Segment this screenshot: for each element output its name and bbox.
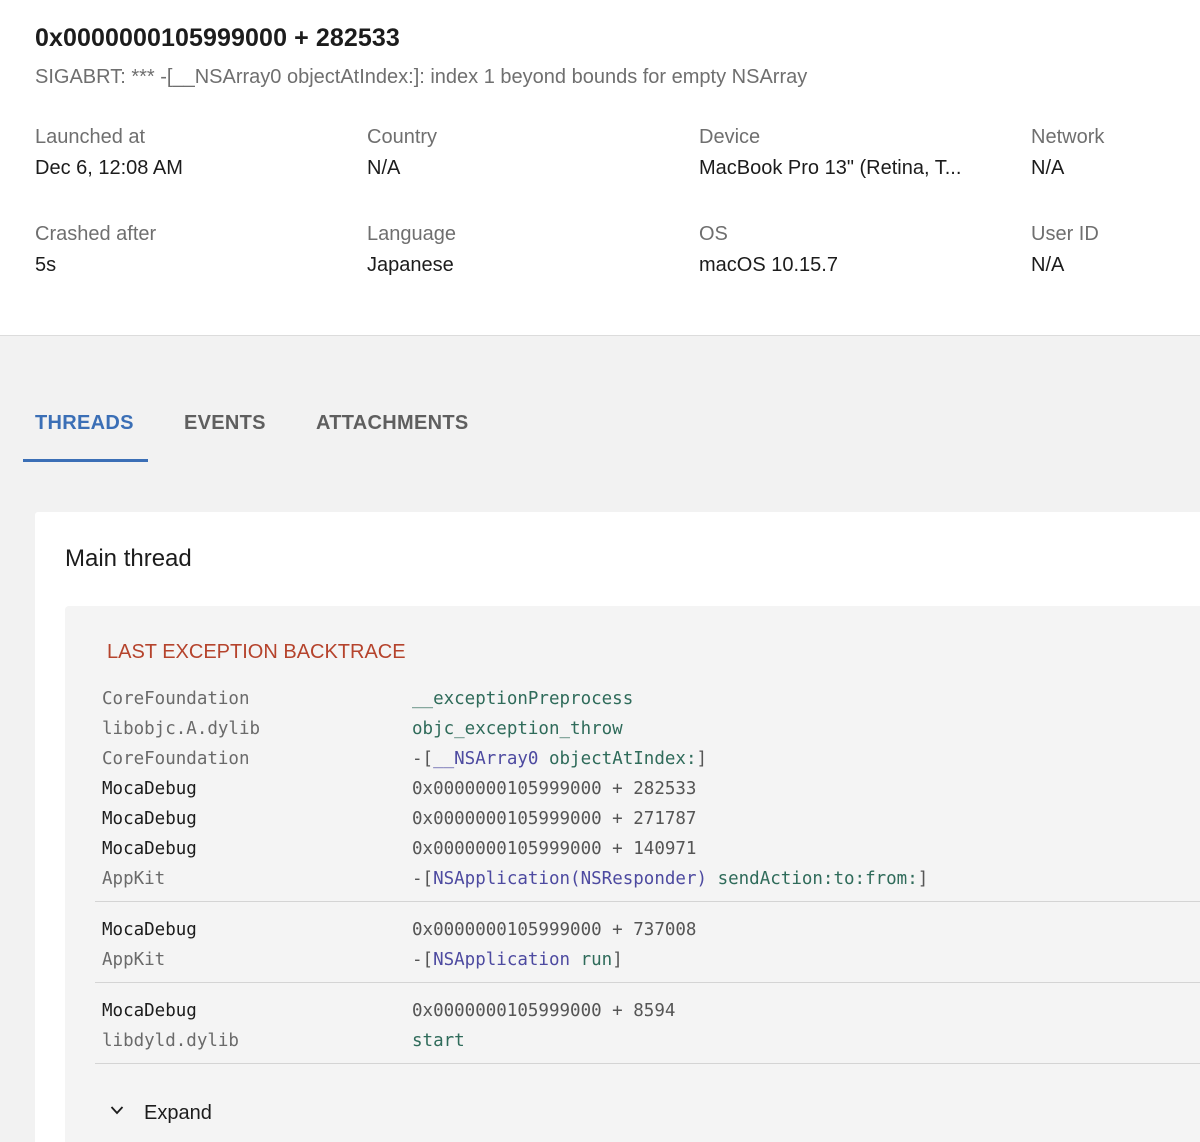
meta-value: 5s	[35, 254, 57, 276]
frame-symbol: -[NSApplication(NSResponder) sendAction:…	[412, 864, 928, 894]
symbol-class: NSApplication(NSResponder)	[433, 869, 708, 889]
meta-label: OS	[699, 223, 728, 245]
tab-events[interactable]: EVENTS	[172, 396, 282, 462]
meta-label: User ID	[1031, 223, 1099, 245]
frame-row[interactable]: libobjc.A.dylib objc_exception_throw	[95, 714, 1200, 744]
frame-library: libobjc.A.dylib	[102, 719, 261, 739]
symbol-name: __exceptionPreprocess	[412, 689, 634, 709]
frame-symbol: __exceptionPreprocess	[412, 684, 633, 714]
frame-library: libdyld.dylib	[102, 1031, 239, 1051]
meta-label: Crashed after	[35, 223, 157, 245]
symbol-address: 0x0000000105999000 + 737008	[412, 920, 697, 940]
frame-symbol: 0x0000000105999000 + 271787	[412, 804, 696, 834]
frame-symbol: 0x0000000105999000 + 282533	[412, 774, 696, 804]
symbol-address: 0x0000000105999000 + 140971	[412, 839, 697, 859]
meta-user-id: User ID N/A	[1031, 223, 1191, 277]
frame-library: MocaDebug	[102, 1001, 197, 1021]
meta-launched-at: Launched at Dec 6, 12:08 AM	[35, 126, 325, 180]
frame-row[interactable]: MocaDebug 0x0000000105999000 + 8594	[95, 996, 1200, 1026]
backtrace-panel: LAST EXCEPTION BACKTRACE CoreFoundation _…	[65, 606, 1200, 1142]
meta-value: Dec 6, 12:08 AM	[35, 157, 183, 179]
frame-library: AppKit	[102, 950, 166, 970]
frame-row[interactable]: AppKit -[NSApplication(NSResponder) sendA…	[95, 864, 1200, 894]
symbol-method: sendAction:to:from:	[717, 869, 918, 889]
meta-label: Country	[367, 126, 438, 148]
meta-label: Device	[699, 126, 761, 148]
backtrace-header: LAST EXCEPTION BACKTRACE	[107, 641, 406, 663]
symbol-name: objc_exception_throw	[412, 719, 623, 739]
frame-group: MocaDebug 0x0000000105999000 + 737008 AppK…	[95, 902, 1200, 983]
thread-title: Main thread	[65, 545, 192, 572]
meta-os: OS macOS 10.15.7	[699, 223, 989, 277]
chevron-down-icon	[110, 1106, 124, 1115]
frame-row[interactable]: AppKit -[NSApplication run]	[95, 945, 1200, 975]
meta-device: Device MacBook Pro 13" (Retina, T...	[699, 126, 989, 180]
frame-symbol: 0x0000000105999000 + 140971	[412, 834, 696, 864]
crash-reason: SIGABRT: *** -[__NSArray0 objectAtIndex:…	[35, 66, 808, 88]
frame-row[interactable]: MocaDebug 0x0000000105999000 + 282533	[95, 774, 1200, 804]
frame-group: CoreFoundation __exceptionPreprocesslibob…	[95, 682, 1200, 902]
meta-value: macOS 10.15.7	[699, 254, 838, 276]
expand-label: Expand	[144, 1102, 212, 1124]
symbol-address: 0x0000000105999000 + 282533	[412, 779, 697, 799]
frame-symbol: start	[412, 1026, 465, 1056]
symbol-bracket: ]	[612, 950, 623, 970]
frame-library: CoreFoundation	[102, 689, 250, 709]
meta-label: Launched at	[35, 126, 146, 148]
frame-row[interactable]: MocaDebug 0x0000000105999000 + 271787	[95, 804, 1200, 834]
meta-label: Network	[1031, 126, 1105, 148]
frame-library: MocaDebug	[102, 779, 197, 799]
symbol-class: __NSArray0	[433, 749, 539, 769]
symbol-bracket: ]	[696, 749, 708, 769]
thread-card: Main thread LAST EXCEPTION BACKTRACE Cor…	[35, 512, 1200, 1142]
meta-label: Language	[367, 223, 456, 245]
symbol-method: run	[580, 950, 613, 970]
frame-row[interactable]: MocaDebug 0x0000000105999000 + 737008	[95, 915, 1200, 945]
symbol-bracket: -[	[412, 749, 434, 769]
frame-library: MocaDebug	[102, 839, 197, 859]
frame-library: MocaDebug	[102, 809, 197, 829]
crash-summary: 0x0000000105999000 + 282533 SIGABRT: ***…	[0, 0, 1200, 336]
meta-network: Network N/A	[1031, 126, 1191, 180]
meta-value: N/A	[1031, 157, 1065, 179]
frame-library: CoreFoundation	[102, 749, 250, 769]
tab-threads[interactable]: THREADS	[23, 396, 148, 462]
symbol-address: 0x0000000105999000 + 271787	[412, 809, 697, 829]
meta-value: N/A	[1031, 254, 1065, 276]
frame-symbol: -[__NSArray0 objectAtIndex:]	[412, 744, 707, 774]
symbol-bracket: ]	[917, 869, 929, 889]
frame-symbol: objc_exception_throw	[412, 714, 623, 744]
meta-country: Country N/A	[367, 126, 657, 180]
frame-symbol: 0x0000000105999000 + 8594	[412, 996, 675, 1026]
symbol-name: start	[412, 1031, 465, 1051]
frame-row[interactable]: CoreFoundation __exceptionPreprocess	[95, 684, 1200, 714]
frame-row[interactable]: MocaDebug 0x0000000105999000 + 140971	[95, 834, 1200, 864]
frame-row[interactable]: CoreFoundation -[__NSArray0 objectAtIndex…	[95, 744, 1200, 774]
meta-value: N/A	[367, 157, 401, 179]
meta-value: Japanese	[367, 254, 454, 276]
meta-crashed-after: Crashed after 5s	[35, 223, 325, 277]
symbol-class: NSApplication	[433, 950, 571, 970]
frame-symbol: 0x0000000105999000 + 737008	[412, 915, 696, 945]
symbol-bracket: -[	[412, 869, 434, 889]
crash-title: 0x0000000105999000 + 282533	[35, 24, 400, 52]
symbol-address: 0x0000000105999000 + 8594	[412, 1001, 676, 1021]
meta-value: MacBook Pro 13" (Retina, T...	[699, 157, 962, 179]
tab-attachments[interactable]: ATTACHMENTS	[304, 396, 494, 462]
frame-row[interactable]: libdyld.dylib start	[95, 1026, 1200, 1056]
frame-list: CoreFoundation __exceptionPreprocesslibob…	[95, 682, 1200, 1064]
meta-language: Language Japanese	[367, 223, 657, 277]
frame-library: MocaDebug	[102, 920, 197, 940]
frame-symbol: -[NSApplication run]	[412, 945, 623, 975]
symbol-method: objectAtIndex:	[548, 749, 697, 769]
symbol-bracket: -[	[412, 950, 434, 970]
expand-button[interactable]: Expand	[110, 1102, 212, 1125]
frame-library: AppKit	[102, 869, 166, 889]
frame-group: MocaDebug 0x0000000105999000 + 8594 libdyl…	[95, 983, 1200, 1064]
